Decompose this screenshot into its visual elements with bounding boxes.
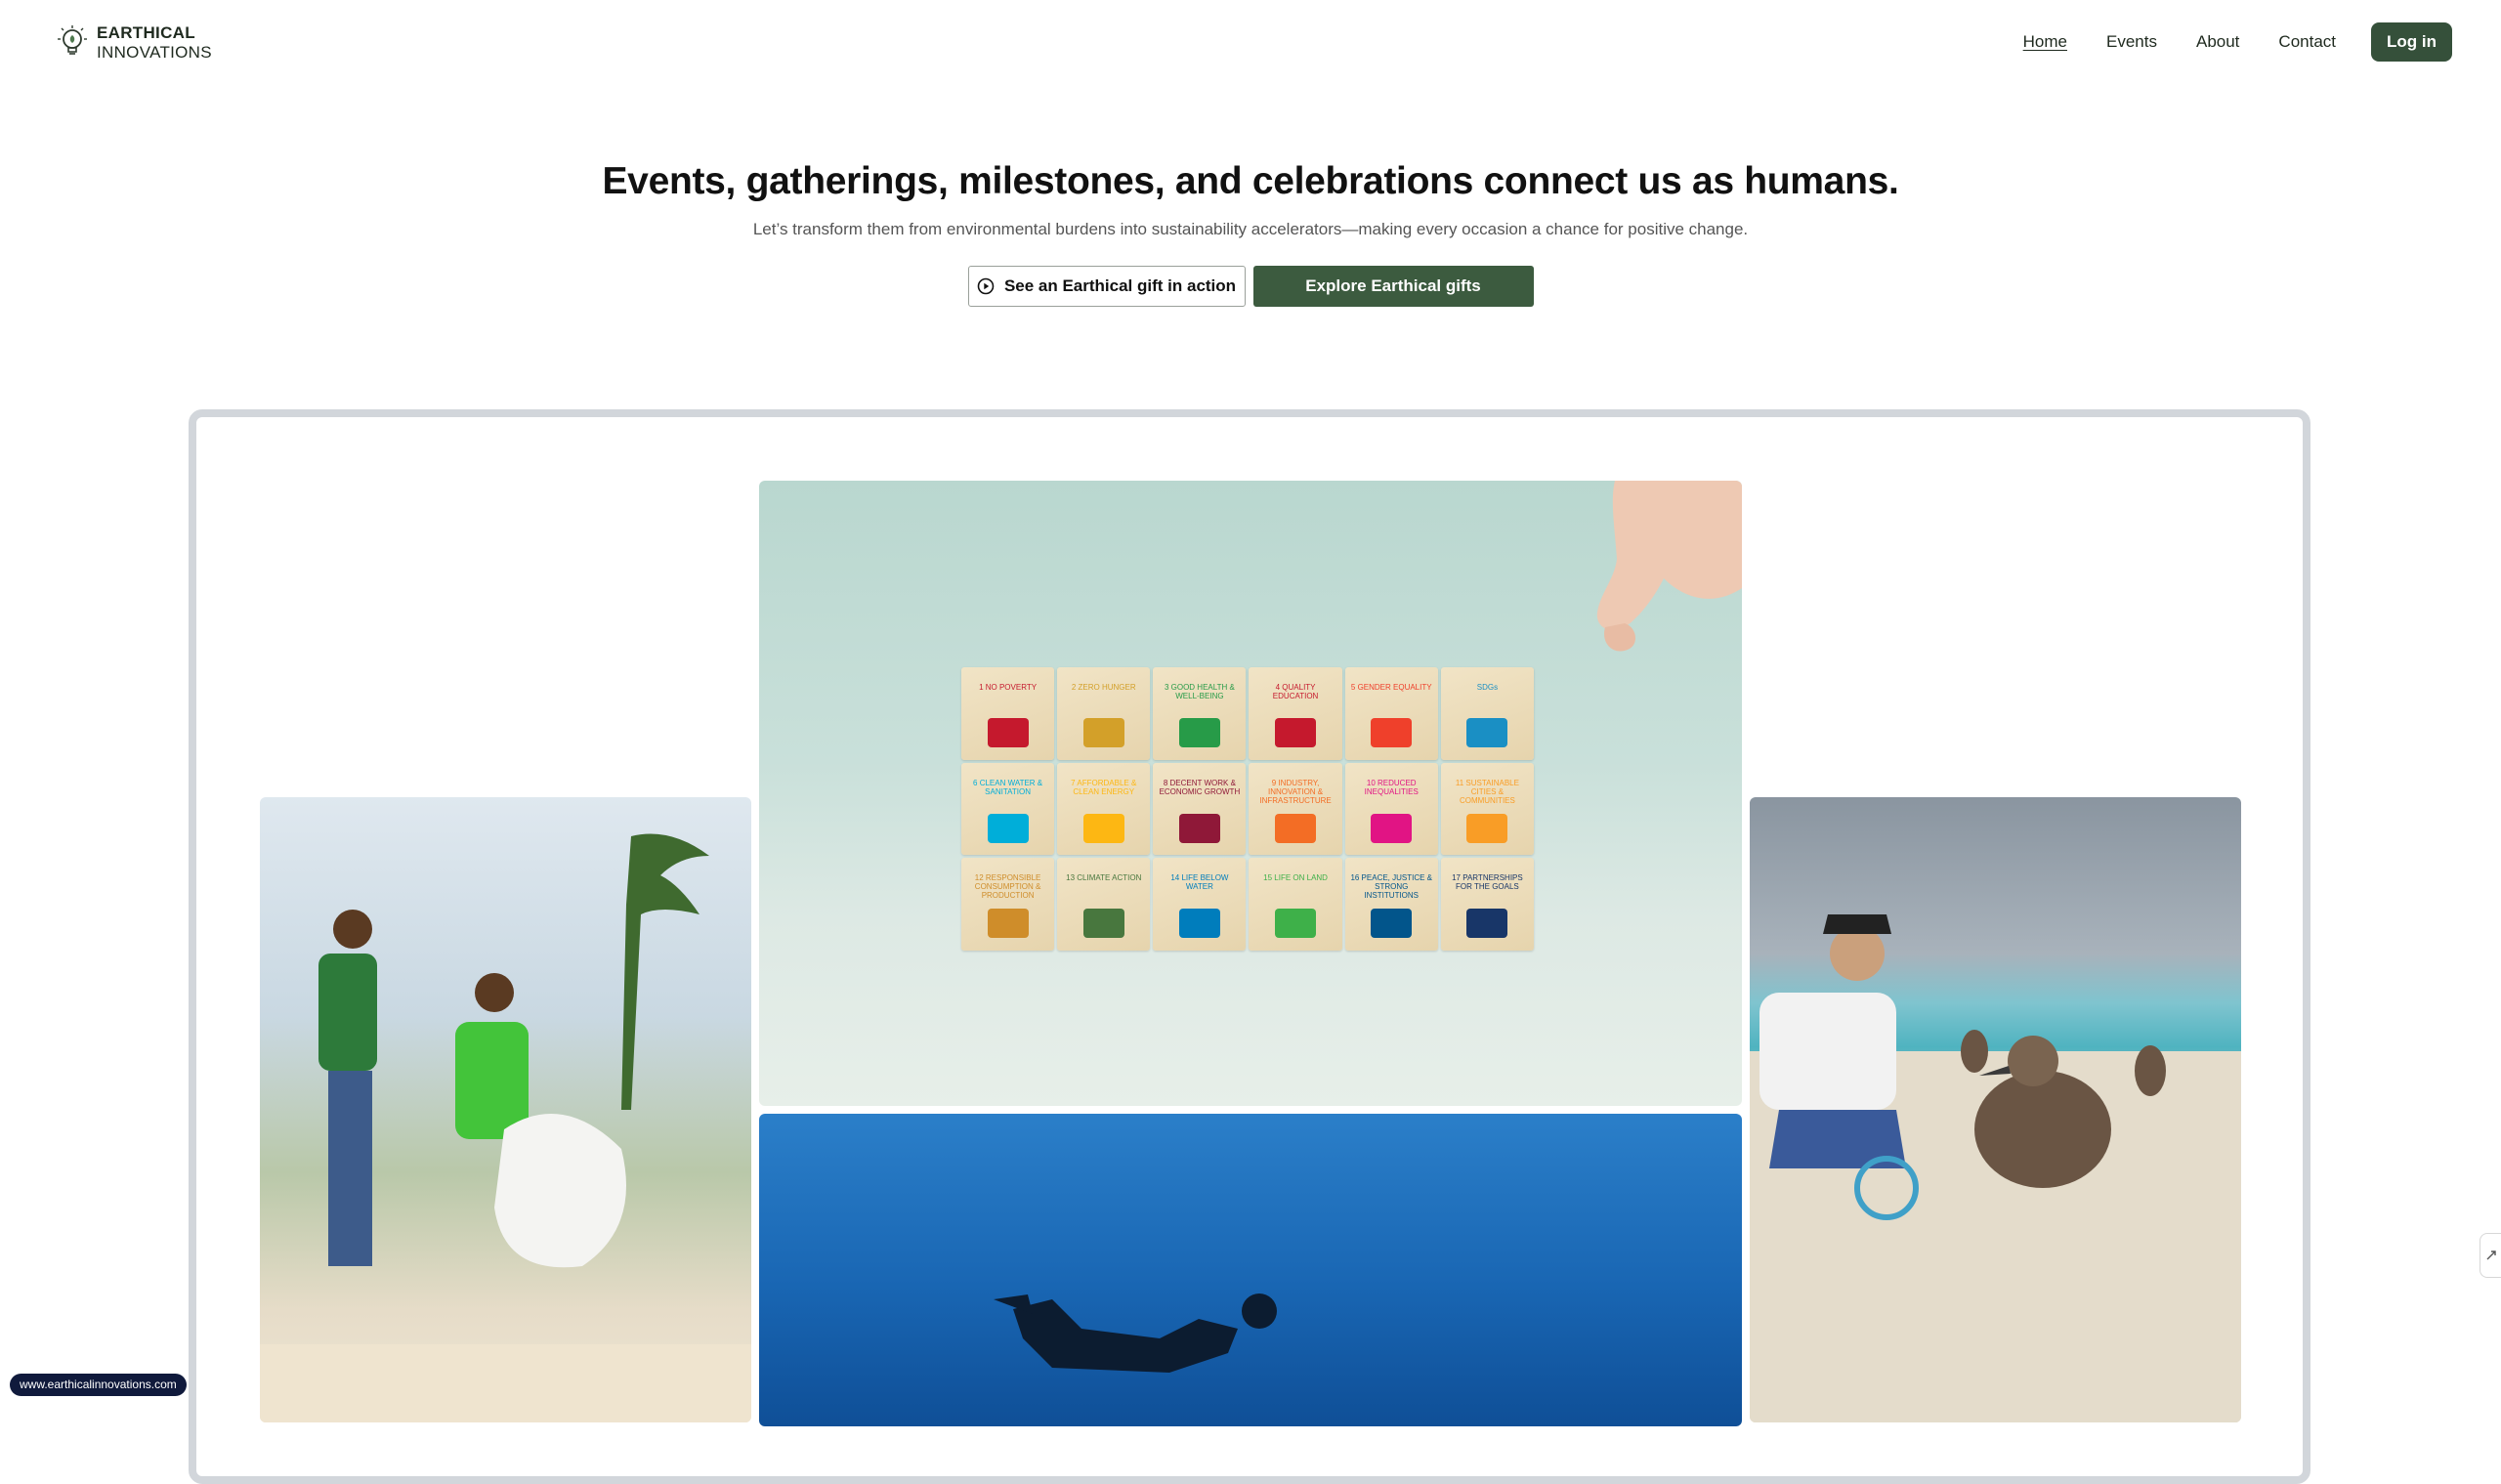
play-circle-icon bbox=[977, 277, 995, 295]
sdg-block-label: 9 INDUSTRY, INNOVATION & INFRASTRUCTURE bbox=[1259, 778, 1332, 805]
site-url-badge[interactable]: www.earthicalinnovations.com bbox=[10, 1374, 187, 1396]
nav-about-link[interactable]: About bbox=[2196, 32, 2239, 52]
sdg-block: SDGs bbox=[1440, 667, 1534, 760]
sdg-goal-icon bbox=[1371, 813, 1413, 843]
sdg-goal-icon bbox=[987, 718, 1029, 747]
diver-silhouette-image bbox=[994, 1293, 1277, 1373]
sdg-block: 10 REDUCED INEQUALITIES bbox=[1344, 762, 1438, 856]
brand-name-line2: INNOVATIONS bbox=[97, 43, 212, 62]
main-nav: Home Events About Contact Log in bbox=[2023, 22, 2452, 62]
sdg-block-label: 17 PARTNERSHIPS FOR THE GOALS bbox=[1452, 873, 1523, 892]
sdg-block: 16 PEACE, JUSTICE & STRONG INSTITUTIONS bbox=[1344, 858, 1438, 951]
brand-logo[interactable]: EARTHICAL INNOVATIONS bbox=[56, 23, 212, 63]
sdg-block-label: 6 CLEAN WATER & SANITATION bbox=[973, 778, 1043, 796]
watch-demo-button[interactable]: See an Earthical gift in action bbox=[967, 266, 1246, 307]
sdg-goal-icon bbox=[1082, 909, 1124, 939]
sdg-goal-icon bbox=[987, 813, 1029, 843]
nav-events-link[interactable]: Events bbox=[2106, 32, 2157, 52]
sdg-block: 12 RESPONSIBLE CONSUMPTION & PRODUCTION bbox=[961, 858, 1055, 951]
sdg-block-label: 16 PEACE, JUSTICE & STRONG INSTITUTIONS bbox=[1350, 873, 1433, 901]
hero-actions: See an Earthical gift in action Explore … bbox=[0, 266, 2501, 307]
sdg-goal-icon bbox=[1178, 813, 1220, 843]
sdg-block: 8 DECENT WORK & ECONOMIC GROWTH bbox=[1153, 762, 1247, 856]
hero-subtitle: Let’s transform them from environmental … bbox=[752, 220, 1749, 238]
brand-name-line1: EARTHICAL bbox=[97, 23, 195, 42]
sdg-goal-icon bbox=[1466, 813, 1508, 843]
sdg-block: 4 QUALITY EDUCATION bbox=[1249, 667, 1342, 760]
brand-name: EARTHICAL INNOVATIONS bbox=[97, 23, 212, 63]
sdg-goal-icon bbox=[1082, 718, 1124, 747]
sdg-block: 2 ZERO HUNGER bbox=[1057, 667, 1151, 760]
sdg-block: 14 LIFE BELOW WATER bbox=[1153, 858, 1247, 951]
volunteer-with-albatross-image bbox=[1750, 914, 2241, 1422]
sdg-block: 15 LIFE ON LAND bbox=[1249, 858, 1342, 951]
sdg-goal-icon bbox=[1275, 813, 1317, 843]
albatross-cleanup-photo bbox=[1750, 797, 2241, 1422]
nav-home-link[interactable]: Home bbox=[2023, 32, 2067, 52]
sdg-block-label: 7 AFFORDABLE & CLEAN ENERGY bbox=[1071, 778, 1137, 796]
login-button[interactable]: Log in bbox=[2371, 22, 2452, 62]
sdg-block: 5 GENDER EQUALITY bbox=[1344, 667, 1438, 760]
sdg-block-label: 4 QUALITY EDUCATION bbox=[1272, 683, 1319, 700]
watch-demo-label: See an Earthical gift in action bbox=[1003, 276, 1237, 295]
sdg-block-label: 8 DECENT WORK & ECONOMIC GROWTH bbox=[1159, 778, 1241, 796]
sdg-block: 3 GOOD HEALTH & WELL-BEING bbox=[1153, 667, 1247, 760]
sdg-goal-icon bbox=[1178, 718, 1220, 747]
sdg-block: 13 CLIMATE ACTION bbox=[1057, 858, 1151, 951]
lightbulb-leaf-icon bbox=[58, 25, 87, 55]
sdg-goal-icon bbox=[1275, 909, 1317, 939]
hero-title: Events, gatherings, milestones, and cele… bbox=[602, 160, 1899, 202]
sdg-block: 1 NO POVERTY bbox=[961, 667, 1055, 760]
sdg-block-label: 3 GOOD HEALTH & WELL-BEING bbox=[1164, 683, 1235, 700]
sdg-block-label: 14 LIFE BELOW WATER bbox=[1170, 873, 1229, 892]
sdg-block-label: 13 CLIMATE ACTION bbox=[1066, 873, 1142, 883]
sdg-block-label: 15 LIFE ON LAND bbox=[1263, 873, 1328, 883]
sdg-goal-icon bbox=[1275, 718, 1317, 747]
volunteers-image bbox=[260, 833, 751, 1422]
expand-icon bbox=[2486, 1251, 2496, 1260]
sdg-goal-icon bbox=[1371, 718, 1413, 747]
diver-photo bbox=[759, 1114, 1742, 1426]
sdg-block: 9 INDUSTRY, INNOVATION & INFRASTRUCTURE bbox=[1249, 762, 1342, 856]
sdg-goal-icon bbox=[987, 909, 1029, 939]
beach-cleanup-photo bbox=[260, 797, 751, 1422]
sdg-block-label: 12 RESPONSIBLE CONSUMPTION & PRODUCTION bbox=[974, 873, 1041, 901]
sdg-block-label: 2 ZERO HUNGER bbox=[1071, 683, 1136, 692]
sdg-block-label: 11 SUSTAINABLE CITIES & COMMUNITIES bbox=[1455, 778, 1519, 805]
sdg-block: 11 SUSTAINABLE CITIES & COMMUNITIES bbox=[1440, 762, 1534, 856]
sdg-goal-icon bbox=[1466, 718, 1508, 747]
sdg-blocks-grid: 1 NO POVERTY 2 ZERO HUNGER 3 GOOD HEALTH &… bbox=[961, 667, 1534, 951]
sdg-block-label: 1 NO POVERTY bbox=[979, 683, 1038, 692]
sdg-block-label: 10 REDUCED INEQUALITIES bbox=[1364, 778, 1419, 796]
sdg-block-label: SDGs bbox=[1476, 683, 1499, 692]
feedback-side-tab[interactable] bbox=[2480, 1233, 2501, 1278]
sdg-block-label: 5 GENDER EQUALITY bbox=[1350, 683, 1432, 692]
sdg-goal-icon bbox=[1466, 909, 1508, 939]
sdg-goal-icon bbox=[1178, 909, 1220, 939]
nav-contact-link[interactable]: Contact bbox=[2278, 32, 2336, 52]
sdg-goal-icon bbox=[1082, 813, 1124, 843]
sdg-block: 17 PARTNERSHIPS FOR THE GOALS bbox=[1440, 858, 1534, 951]
sdg-goal-icon bbox=[1371, 909, 1413, 939]
hand-image bbox=[1596, 481, 1742, 652]
sdg-block: 6 CLEAN WATER & SANITATION bbox=[961, 762, 1055, 856]
explore-gifts-button[interactable]: Explore Earthical gifts bbox=[1252, 266, 1534, 307]
sdg-block: 7 AFFORDABLE & CLEAN ENERGY bbox=[1057, 762, 1151, 856]
